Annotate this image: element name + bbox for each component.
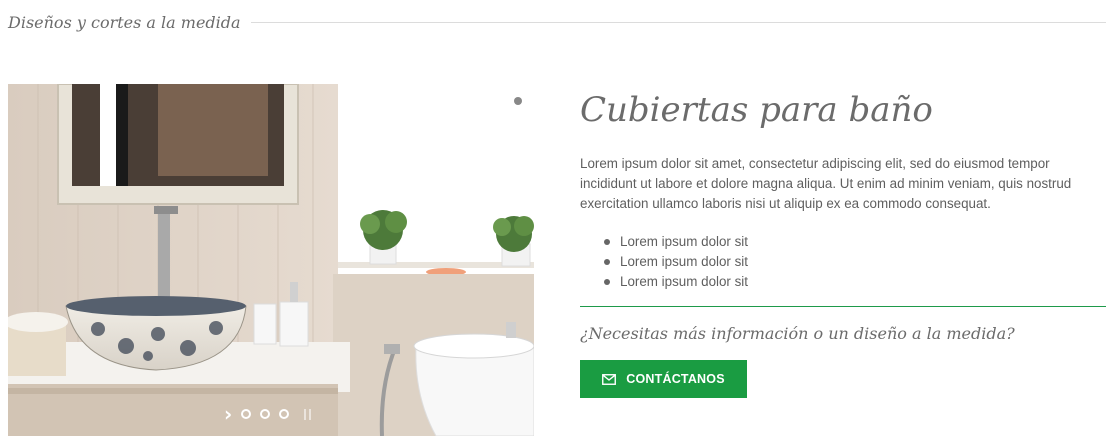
feature-item: Lorem ipsum dolor sit xyxy=(580,232,1106,252)
slider-dot-3[interactable] xyxy=(279,409,290,419)
green-divider xyxy=(580,306,1106,307)
header-divider xyxy=(250,21,1106,23)
feature-list: Lorem ipsum dolor sit Lorem ipsum dolor … xyxy=(580,232,1106,292)
cta-question: ¿Necesitas más información o un diseño a… xyxy=(580,324,1015,343)
slider-dot-2[interactable] xyxy=(260,409,271,419)
feature-item: Lorem ipsum dolor sit xyxy=(580,252,1106,272)
decorative-dot xyxy=(514,97,522,105)
slider-dot-1[interactable] xyxy=(241,409,252,419)
feature-item: Lorem ipsum dolor sit xyxy=(580,272,1106,292)
bathroom-image xyxy=(8,84,534,436)
envelope-icon xyxy=(602,373,617,385)
section-title: Diseños y cortes a la medida xyxy=(8,12,241,32)
contact-button[interactable]: CONTÁCTANOS xyxy=(580,360,747,398)
product-content: Cubiertas para baño Lorem ipsum dolor si… xyxy=(580,84,1106,398)
product-description: Lorem ipsum dolor sit amet, consectetur … xyxy=(580,156,1072,211)
pause-icon[interactable] xyxy=(304,408,312,420)
product-title: Cubiertas para baño xyxy=(580,90,933,130)
slider-controls: › xyxy=(224,404,312,424)
contact-button-label: CONTÁCTANOS xyxy=(626,372,725,386)
section-header: Diseños y cortes a la medida xyxy=(8,8,1106,36)
image-slider[interactable]: › xyxy=(8,84,534,436)
chevron-right-icon[interactable]: › xyxy=(224,404,232,424)
